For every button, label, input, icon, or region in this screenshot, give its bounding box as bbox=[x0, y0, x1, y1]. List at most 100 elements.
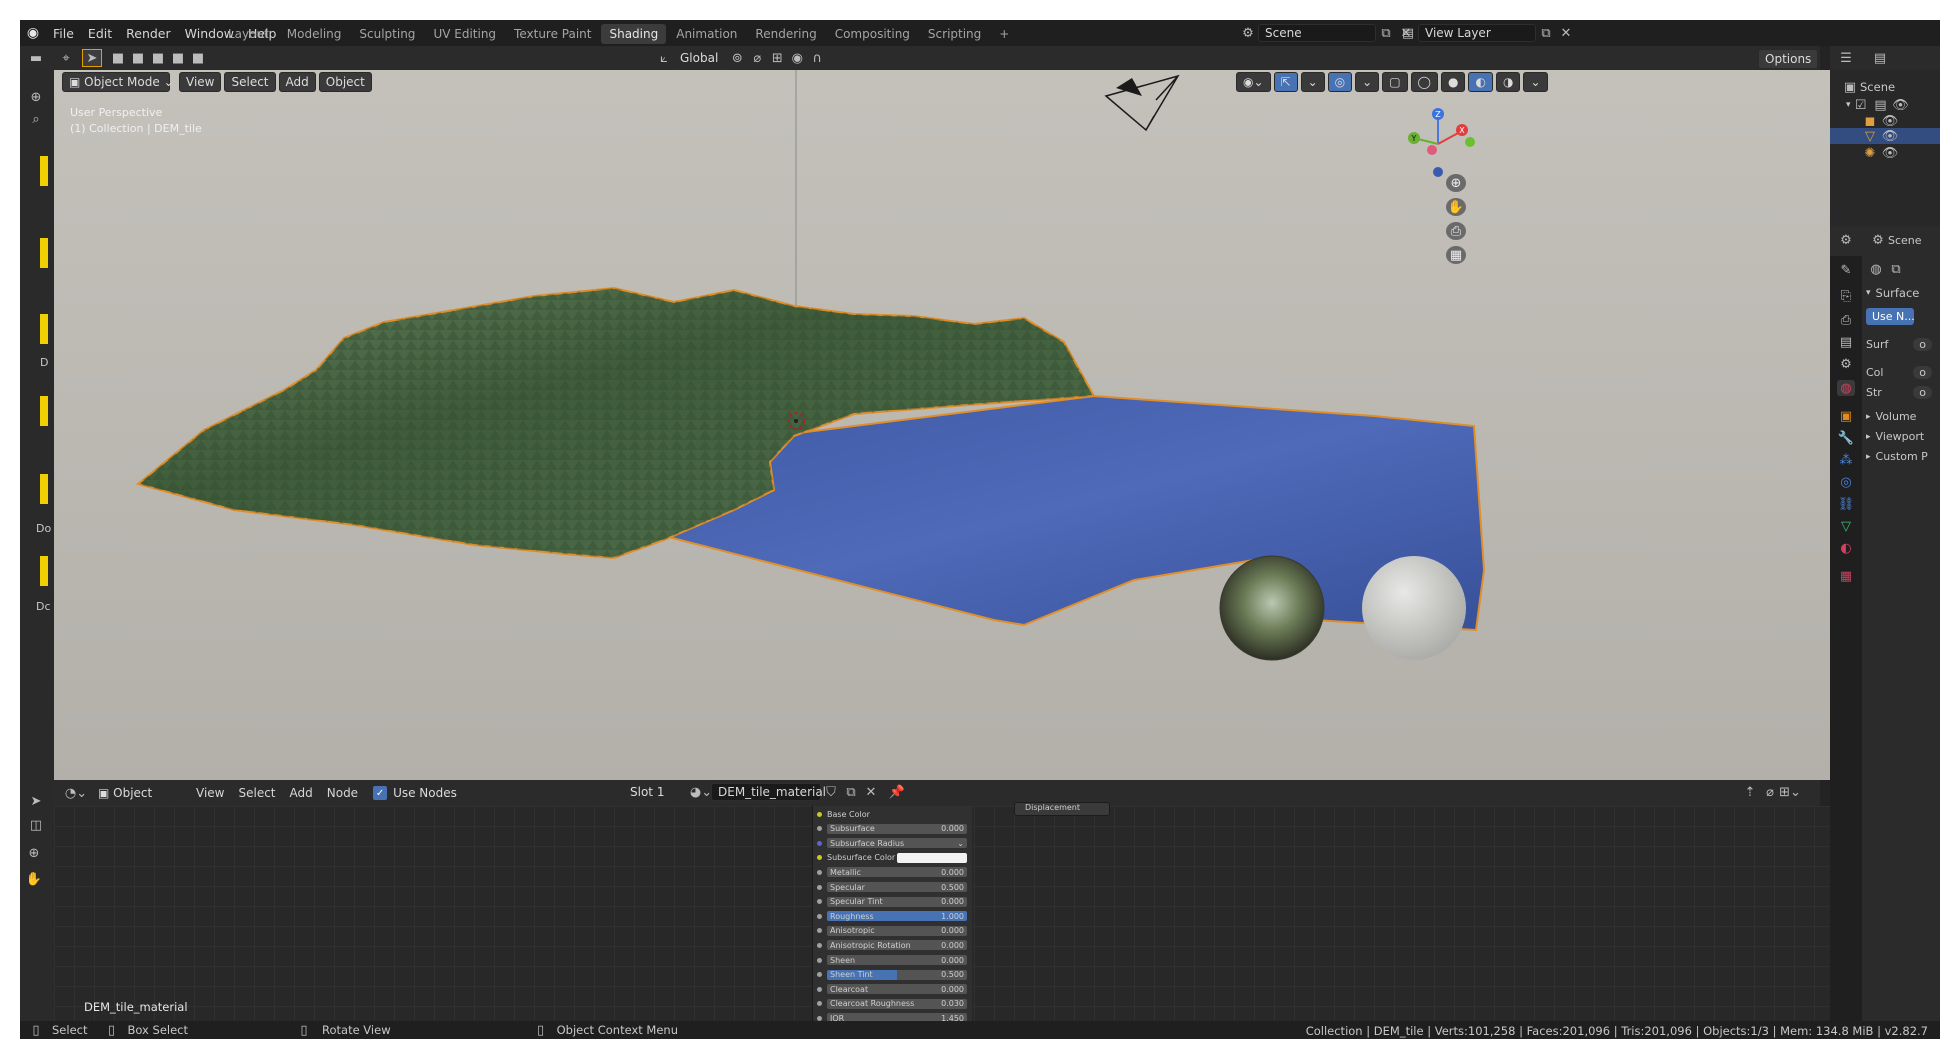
bsdf-input-specular[interactable]: Specular 0.500 bbox=[817, 881, 967, 893]
snap-icon[interactable]: ⌀ bbox=[1760, 783, 1780, 801]
node-menu-select[interactable]: Select bbox=[231, 786, 282, 800]
shader-type-icon[interactable]: ◔⌄ bbox=[65, 784, 87, 802]
use-nodes-checkbox[interactable]: ✓ bbox=[373, 786, 388, 800]
socket-dot-icon[interactable] bbox=[817, 869, 822, 875]
ortho-toggle-icon[interactable]: ▦ bbox=[1446, 246, 1466, 264]
tab-scripting[interactable]: Scripting bbox=[920, 24, 989, 44]
socket-value-field[interactable]: Clearcoat Roughness 0.030 bbox=[827, 998, 967, 1009]
collapsed-panel-0[interactable]: ▸ Volume bbox=[1866, 410, 1916, 423]
view-layer-icon[interactable]: ▤ bbox=[1398, 24, 1418, 42]
new-world-icon[interactable]: ⧉ bbox=[1886, 260, 1906, 278]
bsdf-input-sheen[interactable]: Sheen 0.000 bbox=[817, 954, 967, 966]
bsdf-input-anisotropic[interactable]: Anisotropic 0.000 bbox=[817, 925, 967, 937]
node-menu-node[interactable]: Node bbox=[320, 786, 365, 800]
xray-icon[interactable]: ▢ bbox=[1382, 72, 1408, 92]
unlink-material-icon[interactable]: ✕ bbox=[861, 783, 881, 801]
tab-compositing[interactable]: Compositing bbox=[827, 24, 918, 44]
transform-orientation-dropdown[interactable]: Global bbox=[674, 49, 725, 67]
bsdf-input-base-color[interactable]: Base Color bbox=[817, 808, 967, 820]
tool-tab-icon[interactable]: ✎ bbox=[1837, 262, 1855, 278]
socket-dot-icon[interactable] bbox=[817, 899, 822, 905]
texture-tab-icon[interactable]: ▦ bbox=[1837, 568, 1855, 584]
pin-icon[interactable]: 📌 bbox=[887, 783, 907, 801]
bsdf-input-subsurface-color[interactable]: Subsurface Color bbox=[817, 852, 967, 864]
object-mode-dropdown[interactable]: ▣ Object Mode ⌄ bbox=[62, 72, 174, 92]
socket-value-field[interactable]: Specular 0.500 bbox=[827, 882, 967, 892]
tool-annotate-icon[interactable]: ◫ bbox=[26, 816, 46, 834]
tab-modeling[interactable]: Modeling bbox=[279, 24, 350, 44]
data-tab-icon[interactable]: ▽ bbox=[1837, 518, 1855, 534]
bsdf-input-roughness[interactable]: Roughness 1.000 bbox=[817, 910, 967, 922]
world-tab-icon[interactable]: ◍ bbox=[1837, 380, 1855, 396]
socket-dot-icon[interactable] bbox=[817, 1001, 822, 1007]
node-editor-canvas[interactable]: Base Color Subsurface 0.000 Subsurface Radi… bbox=[54, 802, 1830, 1033]
viewport-menu-object[interactable]: Object bbox=[318, 72, 372, 92]
render-tab-icon[interactable]: ⎘ bbox=[1837, 288, 1855, 304]
socket-value-field[interactable]: Roughness 1.000 bbox=[827, 911, 967, 922]
properties-editor-icon[interactable]: ⚙ bbox=[1836, 231, 1856, 249]
physics-tab-icon[interactable]: ◎ bbox=[1837, 474, 1855, 490]
shading-rendered-icon[interactable]: ◑ bbox=[1495, 72, 1521, 92]
bsdf-input-sheen-tint[interactable]: Sheen Tint 0.500 bbox=[817, 969, 967, 981]
collapsed-panel-1[interactable]: ▸ Viewport bbox=[1866, 430, 1924, 443]
overlays-toggle-icon[interactable]: ◎ bbox=[1327, 72, 1353, 92]
snap-mode-icon[interactable]: ⊞⌄ bbox=[1779, 783, 1801, 801]
pan-hand-icon[interactable]: ✋ bbox=[1446, 198, 1466, 216]
material-name-field[interactable]: DEM_tile_material bbox=[711, 783, 826, 801]
bsdf-input-specular-tint[interactable]: Specular Tint 0.000 bbox=[817, 896, 967, 908]
object-tab-icon[interactable]: ▣ bbox=[1837, 408, 1855, 424]
material-output-node[interactable]: Displacement bbox=[1014, 802, 1110, 816]
socket-dot-icon[interactable] bbox=[817, 840, 822, 846]
color-swatch[interactable] bbox=[897, 852, 967, 863]
blender-logo-icon[interactable]: ◉ bbox=[20, 25, 46, 41]
3d-viewport[interactable]: ▣ Object Mode ⌄ View Select Add Object ◉⌄ ⇱… bbox=[54, 70, 1830, 780]
eye-icon[interactable]: 👁 bbox=[1880, 144, 1900, 162]
editor-type-icon[interactable]: ⌖ bbox=[56, 49, 76, 67]
material-tab-icon[interactable]: ◐ bbox=[1837, 540, 1855, 556]
new-view-layer-icon[interactable]: ⧉ bbox=[1536, 24, 1556, 42]
tab-texture-paint[interactable]: Texture Paint bbox=[506, 24, 599, 44]
socket-dot-icon[interactable] bbox=[817, 986, 822, 992]
add-workspace-button[interactable]: + bbox=[991, 24, 1017, 44]
socket-value-field[interactable]: Sheen 0.000 bbox=[827, 955, 967, 965]
menu-file[interactable]: File bbox=[46, 26, 81, 41]
eye-icon[interactable]: 👁 bbox=[1880, 127, 1900, 145]
proportional-edit-icon[interactable]: ◉ bbox=[787, 49, 807, 67]
socket-dot-icon[interactable] bbox=[817, 855, 822, 861]
socket-value-field[interactable]: Specular Tint 0.000 bbox=[827, 896, 967, 907]
object-shader-dropdown[interactable]: ▣ Object bbox=[92, 784, 176, 802]
menu-render[interactable]: Render bbox=[119, 26, 178, 41]
bsdf-input-subsurface[interactable]: Subsurface 0.000 bbox=[817, 823, 967, 835]
display-mode-icon[interactable]: ▤ bbox=[1870, 49, 1890, 67]
overlays-dropdown-icon[interactable]: ⌄ bbox=[1355, 72, 1380, 92]
shading-solid-icon[interactable]: ● bbox=[1440, 72, 1466, 92]
tab-sculpting[interactable]: Sculpting bbox=[351, 24, 423, 44]
constraints-tab-icon[interactable]: ⛓ bbox=[1837, 496, 1855, 512]
node-zoom-icon[interactable]: ⊕ bbox=[24, 844, 44, 862]
shading-material-icon[interactable]: ◐ bbox=[1468, 72, 1493, 92]
shading-wireframe-icon[interactable]: ◯ bbox=[1410, 72, 1438, 92]
surface-panel-header[interactable]: ▾ Surface bbox=[1866, 286, 1919, 300]
bsdf-input-clearcoat-roughness[interactable]: Clearcoat Roughness 0.030 bbox=[817, 998, 967, 1010]
socket-dot-icon[interactable] bbox=[817, 942, 822, 948]
material-browse-icon[interactable]: ◕⌄ bbox=[690, 783, 712, 801]
scene-name-field[interactable]: Scene bbox=[1258, 24, 1376, 42]
outliner-dem-row[interactable]: ▽ 👁 bbox=[1830, 128, 1940, 144]
select-mode-new-icon[interactable]: ■ bbox=[108, 49, 128, 67]
socket-value-field[interactable]: Clearcoat 0.000 bbox=[827, 984, 967, 995]
options-dropdown[interactable]: Options bbox=[1758, 49, 1819, 69]
socket-value-field[interactable]: Anisotropic 0.000 bbox=[827, 925, 967, 936]
tab-uv-editing[interactable]: UV Editing bbox=[425, 24, 504, 44]
particles-tab-icon[interactable]: ⁂ bbox=[1837, 452, 1855, 468]
bsdf-input-metallic[interactable]: Metallic 0.000 bbox=[817, 866, 967, 878]
navigation-gizmo[interactable]: Z X Y bbox=[1408, 104, 1478, 184]
delete-view-layer-icon[interactable]: ✕ bbox=[1556, 24, 1576, 42]
principled-bsdf-node[interactable]: Base Color Subsurface 0.000 Subsurface Radi… bbox=[812, 806, 972, 1033]
scene-icon[interactable]: ⚙ bbox=[1238, 24, 1258, 42]
socket-dot-icon[interactable] bbox=[817, 957, 822, 963]
collapsed-panel-2[interactable]: ▸ Custom P bbox=[1866, 450, 1928, 463]
pivot-icon[interactable]: ⊚ bbox=[727, 49, 747, 67]
menu-edit[interactable]: Edit bbox=[81, 26, 119, 41]
new-scene-icon[interactable]: ⧉ bbox=[1376, 24, 1396, 42]
viewport-menu-select[interactable]: Select bbox=[224, 72, 276, 92]
